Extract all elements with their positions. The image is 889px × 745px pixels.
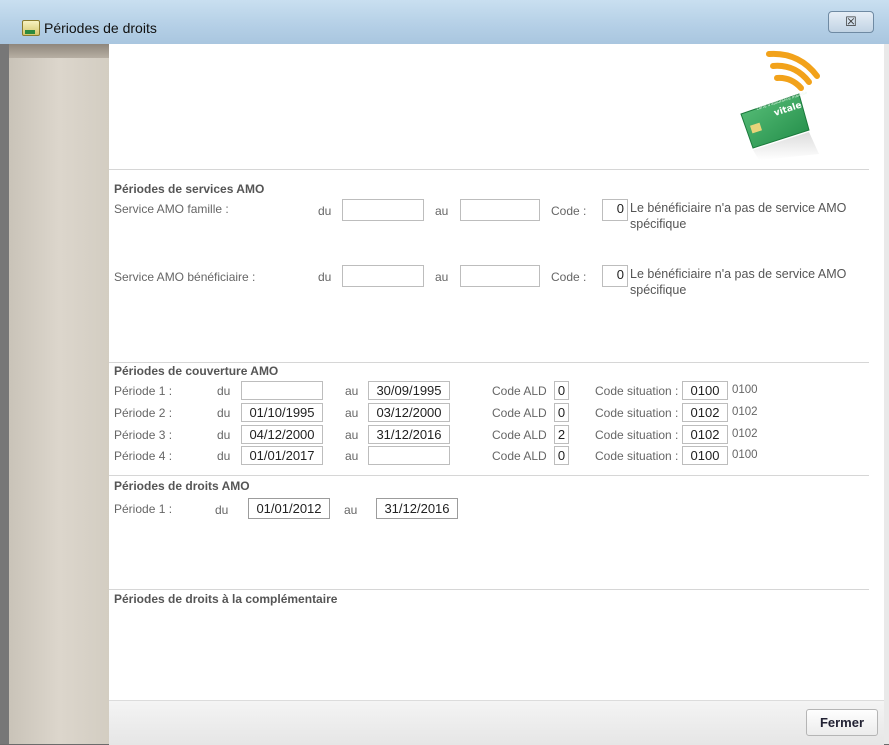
complementaire-title: Périodes de droits à la complémentaire [114, 592, 338, 606]
right-border [884, 44, 889, 744]
periode-label: Période 4 : [114, 449, 173, 463]
couverture-2-ald-field[interactable]: 0 [554, 403, 569, 422]
au-label: au [345, 449, 359, 463]
couverture-4-situation-field[interactable]: 0100 [682, 446, 728, 465]
au-label: au [345, 384, 359, 398]
close-button[interactable]: ☒ [828, 11, 874, 33]
periode-label: Période 1 : [114, 502, 173, 516]
du-label: du [215, 503, 229, 517]
service-beneficiaire-au-field[interactable] [460, 265, 540, 287]
service-famille-description: Le bénéficiaire n'a pas de service AMO s… [630, 201, 847, 231]
separator [109, 475, 869, 476]
separator [109, 589, 869, 590]
au-label: au [345, 406, 359, 420]
code-situation-label: Code situation : [595, 384, 679, 398]
periode-label: Période 3 : [114, 428, 173, 442]
couverture-2-au-field[interactable]: 03/12/2000 [368, 403, 450, 422]
du-label: du [217, 406, 231, 420]
couverture-1-du-field[interactable] [241, 381, 323, 400]
couverture-1-situation-field[interactable]: 0100 [682, 381, 728, 400]
du-label: du [318, 204, 332, 218]
couverture-4-au-field[interactable] [368, 446, 450, 465]
service-beneficiaire-label: Service AMO bénéficiaire : [114, 270, 256, 284]
couverture-2-situation-field[interactable]: 0102 [682, 403, 728, 422]
couverture-4-du-field[interactable]: 01/01/2017 [241, 446, 323, 465]
code-situation-label: Code situation : [595, 449, 679, 463]
service-famille-label: Service AMO famille : [114, 202, 229, 216]
code-ald-label: Code ALD [492, 449, 547, 463]
separator [109, 362, 869, 363]
couverture-1-ald-field[interactable]: 0 [554, 381, 569, 400]
code-ald-label: Code ALD [492, 384, 547, 398]
du-label: du [217, 449, 231, 463]
periode-label: Période 2 : [114, 406, 173, 420]
du-label: du [217, 384, 231, 398]
service-beneficiaire-code-field[interactable]: 0 [602, 265, 628, 287]
service-famille-du-field[interactable] [342, 199, 424, 221]
code-label: Code : [551, 204, 587, 218]
couverture-3-du-field[interactable]: 04/12/2000 [241, 425, 323, 444]
couverture-2-du-field[interactable]: 01/10/1995 [241, 403, 323, 422]
title-bar: Périodes de droits ☒ [0, 0, 889, 45]
code-ald-label: Code ALD [492, 428, 547, 442]
couverture-4-ald-field[interactable]: 0 [554, 446, 569, 465]
situation-text: 0100 [732, 449, 758, 461]
vitale-card-icon: vitale carte d'assurance maladie [740, 50, 820, 160]
periode-label: Période 1 : [114, 384, 173, 398]
code-ald-label: Code ALD [492, 406, 547, 420]
service-beneficiaire-description: Le bénéficiaire n'a pas de service AMO s… [630, 267, 847, 297]
couverture-3-au-field[interactable]: 31/12/2016 [368, 425, 450, 444]
service-beneficiaire-du-field[interactable] [342, 265, 424, 287]
au-label: au [435, 204, 449, 218]
code-situation-label: Code situation : [595, 428, 679, 442]
couverture-3-situation-field[interactable]: 0102 [682, 425, 728, 444]
couverture-3-ald-field[interactable]: 2 [554, 425, 569, 444]
code-label: Code : [551, 270, 587, 284]
du-label: du [217, 428, 231, 442]
side-panel [9, 44, 109, 744]
footer-bar: Fermer [109, 700, 884, 745]
couverture-1-au-field[interactable]: 30/09/1995 [368, 381, 450, 400]
app-icon [22, 20, 40, 36]
au-label: au [435, 270, 449, 284]
situation-text: 0102 [732, 406, 758, 418]
droits-1-au-field[interactable]: 31/12/2016 [376, 498, 458, 519]
services-amo-title: Périodes de services AMO [114, 182, 265, 196]
code-situation-label: Code situation : [595, 406, 679, 420]
au-label: au [345, 428, 359, 442]
situation-text: 0100 [732, 384, 758, 396]
couverture-amo-title: Périodes de couverture AMO [114, 364, 279, 378]
droits-amo-title: Périodes de droits AMO [114, 479, 250, 493]
dialog-window: Périodes de droits ☒ vitale carte d'assu… [0, 0, 889, 745]
window-title: Périodes de droits [44, 20, 157, 36]
du-label: du [318, 270, 332, 284]
situation-text: 0102 [732, 428, 758, 440]
content-area: vitale carte d'assurance maladie Période… [109, 44, 884, 744]
service-famille-code-field[interactable]: 0 [602, 199, 628, 221]
separator [109, 169, 869, 170]
service-famille-au-field[interactable] [460, 199, 540, 221]
au-label: au [344, 503, 358, 517]
left-border [0, 44, 9, 744]
droits-1-du-field[interactable]: 01/01/2012 [248, 498, 330, 519]
fermer-button[interactable]: Fermer [806, 709, 878, 736]
